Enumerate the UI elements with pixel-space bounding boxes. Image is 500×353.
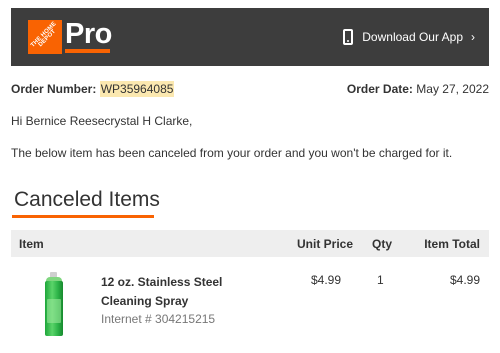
unit-price-value: $4.99 xyxy=(311,273,342,287)
item-total-value: $4.99 xyxy=(449,273,480,287)
section-title: Canceled Items xyxy=(14,188,160,211)
chevron-right-icon: › xyxy=(471,30,475,44)
phone-icon xyxy=(343,29,354,45)
items-table-header: Item Unit Price Qty Item Total xyxy=(11,230,489,257)
email-header: THE HOME DEPOT Pro Download Our App › xyxy=(11,8,489,66)
order-date-label: Order Date: xyxy=(346,82,413,96)
greeting: Hi Bernice Reesecrystal H Clarke, xyxy=(11,114,193,128)
order-date-value: May 27, 2022 xyxy=(416,82,489,96)
qty-value: 1 xyxy=(377,273,384,287)
spray-can-label xyxy=(47,299,61,323)
product-name-link[interactable]: 12 oz. Stainless Steel Cleaning Spray xyxy=(101,273,271,311)
section-title-underline xyxy=(12,215,154,218)
pro-underline xyxy=(65,49,110,53)
home-depot-logo[interactable]: THE HOME DEPOT xyxy=(28,20,62,54)
table-row: 12 oz. Stainless Steel Cleaning Spray In… xyxy=(11,262,489,342)
cancellation-message: The below item has been canceled from yo… xyxy=(11,146,453,160)
column-header-item: Item xyxy=(19,237,44,251)
order-number-label: Order Number: xyxy=(11,82,97,96)
column-header-unit-price: Unit Price xyxy=(297,237,354,251)
download-app-link[interactable]: Download Our App › xyxy=(343,28,475,46)
green-spray-can-icon[interactable] xyxy=(41,272,67,336)
order-number: Order Number: WP35964085 xyxy=(11,81,175,97)
order-info-row: Order Number: WP35964085 Order Date: May… xyxy=(11,81,489,97)
logo-text: THE HOME DEPOT xyxy=(29,20,58,49)
pro-brand-text: Pro xyxy=(65,18,112,50)
column-header-qty: Qty xyxy=(372,237,393,251)
order-number-value: WP35964085 xyxy=(99,81,175,97)
download-app-label: Download Our App xyxy=(362,30,463,44)
product-internet-number: Internet # 304215215 xyxy=(101,312,216,326)
order-date: Order Date: May 27, 2022 xyxy=(347,82,489,96)
column-header-item-total: Item Total xyxy=(424,237,480,251)
